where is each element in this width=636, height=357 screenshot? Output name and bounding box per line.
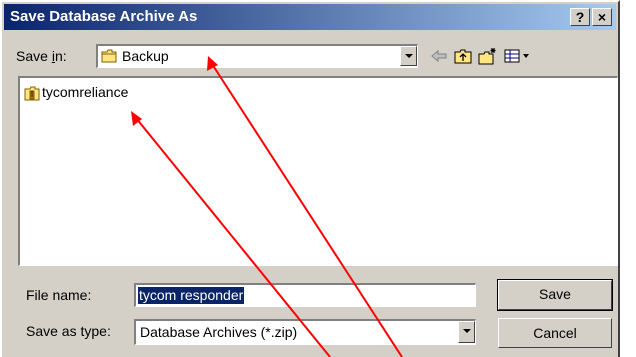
back-arrow-icon[interactable] [428, 46, 450, 66]
help-icon: ? [575, 9, 585, 25]
title-bar[interactable]: Save Database Archive As ? × [4, 4, 616, 30]
views-menu-icon[interactable] [502, 46, 532, 66]
cancel-button[interactable]: Cancel [498, 318, 612, 348]
new-folder-icon[interactable] [476, 46, 498, 66]
dialog-title: Save Database Archive As [10, 8, 198, 25]
save-in-label: Save in: [16, 48, 67, 64]
close-button[interactable]: × [592, 8, 612, 26]
save-button[interactable]: Save [497, 279, 613, 311]
file-list[interactable]: tycomreliance [18, 76, 618, 266]
locked-zip-folder-icon [24, 86, 40, 101]
help-button[interactable]: ? [570, 8, 590, 26]
save-as-type-dropdown-button[interactable] [458, 321, 475, 343]
file-name-field-label: File name: [26, 287, 92, 303]
file-name-input[interactable]: tycom responder [134, 283, 476, 307]
file-name-value: tycom responder [138, 287, 245, 304]
folder-icon [101, 49, 117, 63]
save-dialog: Save Database Archive As ? × Save in: Ba… [0, 0, 620, 357]
save-in-value: Backup [122, 48, 169, 64]
save-as-type-value: Database Archives (*.zip) [140, 324, 298, 340]
save-in-dropdown[interactable]: Backup [96, 44, 418, 68]
save-as-type-dropdown[interactable]: Database Archives (*.zip) [134, 319, 476, 345]
close-icon: × [597, 9, 607, 25]
save-as-type-label: Save as type: [26, 323, 111, 339]
up-folder-icon[interactable] [452, 46, 474, 66]
save-in-dropdown-button[interactable] [400, 46, 417, 66]
file-name-label: tycomreliance [42, 84, 129, 100]
